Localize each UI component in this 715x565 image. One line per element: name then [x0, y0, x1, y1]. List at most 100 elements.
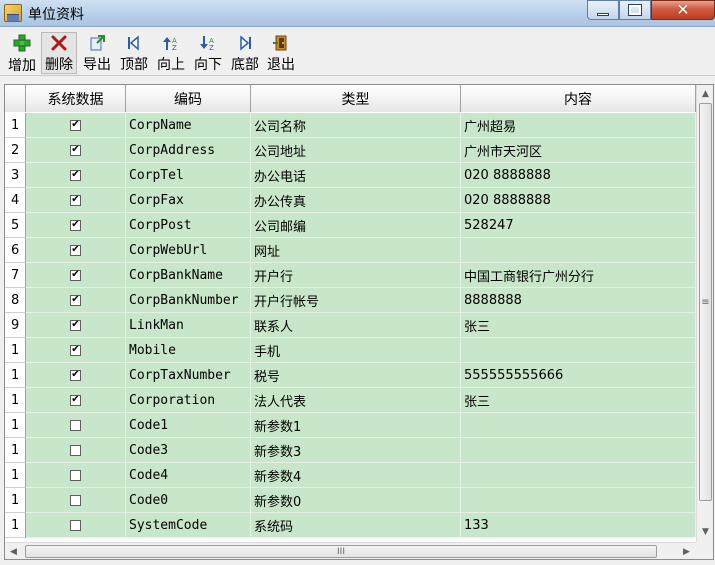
row-number-cell[interactable]: 9 — [5, 313, 26, 338]
table-row[interactable]: 1 Code4 新参数4 — [5, 463, 696, 488]
column-header-system[interactable]: 系统数据 — [26, 85, 126, 112]
export-button[interactable]: 导出 — [80, 32, 114, 74]
vertical-scroll-thumb[interactable]: ≡ — [699, 103, 712, 501]
system-data-cell[interactable]: ✔ — [26, 213, 126, 238]
system-data-checkbox[interactable]: ✔ — [70, 294, 81, 306]
system-data-cell[interactable]: ✔ — [26, 338, 126, 363]
system-data-checkbox[interactable]: ✔ — [70, 319, 81, 331]
type-cell[interactable]: 办公传真 — [251, 188, 461, 213]
system-data-checkbox[interactable]: ✔ — [70, 269, 81, 281]
add-button[interactable]: 增加 — [5, 32, 39, 74]
code-cell[interactable]: LinkMan — [126, 313, 251, 338]
window-title-bar[interactable]: 单位资料 ✕ — [0, 0, 715, 27]
close-button[interactable]: ✕ — [651, 0, 715, 20]
table-row[interactable]: 4 ✔ CorpFax 办公传真 020 8888888 — [5, 188, 696, 213]
table-row[interactable]: 7 ✔ CorpBankName 开户行 中国工商银行广州分行 — [5, 263, 696, 288]
type-cell[interactable]: 税号 — [251, 363, 461, 388]
system-data-cell[interactable]: ✔ — [26, 263, 126, 288]
type-cell[interactable]: 法人代表 — [251, 388, 461, 413]
scroll-up-arrow-icon[interactable]: ▲ — [697, 85, 713, 102]
move-up-button[interactable]: A Z 向上 — [154, 32, 188, 74]
row-number-cell[interactable]: 6 — [5, 238, 26, 263]
system-data-checkbox[interactable]: ✔ — [70, 244, 81, 256]
table-row[interactable]: 3 ✔ CorpTel 办公电话 020 8888888 — [5, 163, 696, 188]
system-data-cell[interactable]: ✔ — [26, 188, 126, 213]
system-data-cell[interactable] — [26, 413, 126, 438]
code-cell[interactable]: Code1 — [126, 413, 251, 438]
bottom-button[interactable]: 底部 — [228, 32, 262, 74]
system-data-checkbox[interactable] — [70, 444, 81, 456]
type-cell[interactable]: 新参数0 — [251, 488, 461, 513]
content-cell[interactable] — [461, 463, 696, 488]
vertical-scrollbar[interactable]: ▲ ≡ ▼ — [696, 85, 713, 542]
content-cell[interactable]: 8888888 — [461, 288, 696, 313]
system-data-checkbox[interactable]: ✔ — [70, 369, 81, 381]
code-cell[interactable]: CorpPost — [126, 213, 251, 238]
system-data-cell[interactable] — [26, 463, 126, 488]
top-button[interactable]: 顶部 — [117, 32, 151, 74]
row-number-cell[interactable]: 1 — [5, 388, 26, 413]
minimize-button[interactable] — [587, 0, 619, 20]
row-number-cell[interactable]: 1 — [5, 513, 26, 538]
table-row[interactable]: 8 ✔ CorpBankNumber 开户行帐号 8888888 — [5, 288, 696, 313]
system-data-cell[interactable]: ✔ — [26, 113, 126, 138]
code-cell[interactable]: CorpBankNumber — [126, 288, 251, 313]
type-cell[interactable]: 公司邮编 — [251, 213, 461, 238]
table-row[interactable]: 1 ✔ Corporation 法人代表 张三 — [5, 388, 696, 413]
content-cell[interactable]: 020 8888888 — [461, 188, 696, 213]
type-cell[interactable]: 手机 — [251, 338, 461, 363]
table-row[interactable]: 1 ✔ CorpTaxNumber 税号 555555555666 — [5, 363, 696, 388]
system-data-checkbox[interactable] — [70, 494, 81, 506]
column-header-content[interactable]: 内容 — [461, 85, 696, 112]
system-data-checkbox[interactable]: ✔ — [70, 194, 81, 206]
row-number-cell[interactable]: 1 — [5, 488, 26, 513]
code-cell[interactable]: CorpTel — [126, 163, 251, 188]
code-cell[interactable]: CorpTaxNumber — [126, 363, 251, 388]
content-cell[interactable] — [461, 338, 696, 363]
content-cell[interactable]: 张三 — [461, 388, 696, 413]
system-data-cell[interactable] — [26, 513, 126, 538]
row-number-cell[interactable]: 1 — [5, 338, 26, 363]
system-data-cell[interactable]: ✔ — [26, 138, 126, 163]
table-row[interactable]: 1 ✔ CorpName 公司名称 广州超易 — [5, 113, 696, 138]
row-number-cell[interactable]: 1 — [5, 363, 26, 388]
column-header-code[interactable]: 编码 — [126, 85, 251, 112]
type-cell[interactable]: 开户行帐号 — [251, 288, 461, 313]
system-data-checkbox[interactable]: ✔ — [70, 219, 81, 231]
code-cell[interactable]: Code0 — [126, 488, 251, 513]
system-data-cell[interactable] — [26, 488, 126, 513]
type-cell[interactable]: 新参数1 — [251, 413, 461, 438]
content-cell[interactable]: 中国工商银行广州分行 — [461, 263, 696, 288]
code-cell[interactable]: Mobile — [126, 338, 251, 363]
table-row[interactable]: 1 ✔ Mobile 手机 — [5, 338, 696, 363]
content-cell[interactable]: 广州市天河区 — [461, 138, 696, 163]
scroll-down-arrow-icon[interactable]: ▼ — [697, 523, 713, 540]
row-number-cell[interactable]: 1 — [5, 438, 26, 463]
exit-button[interactable]: 退出 — [264, 32, 298, 74]
table-row[interactable]: 1 SystemCode 系统码 133 — [5, 513, 696, 538]
table-row[interactable]: 2 ✔ CorpAddress 公司地址 广州市天河区 — [5, 138, 696, 163]
code-cell[interactable]: Code3 — [126, 438, 251, 463]
content-cell[interactable]: 广州超易 — [461, 113, 696, 138]
content-cell[interactable] — [461, 413, 696, 438]
system-data-checkbox[interactable] — [70, 419, 81, 431]
system-data-cell[interactable]: ✔ — [26, 363, 126, 388]
horizontal-scrollbar[interactable]: ◀ III ▶ — [5, 542, 696, 559]
system-data-cell[interactable]: ✔ — [26, 313, 126, 338]
row-number-cell[interactable]: 5 — [5, 213, 26, 238]
content-cell[interactable] — [461, 238, 696, 263]
row-number-cell[interactable]: 8 — [5, 288, 26, 313]
system-data-cell[interactable]: ✔ — [26, 288, 126, 313]
table-row[interactable]: 1 Code0 新参数0 — [5, 488, 696, 513]
system-data-checkbox[interactable] — [70, 469, 81, 481]
type-cell[interactable]: 新参数4 — [251, 463, 461, 488]
row-number-header[interactable] — [5, 85, 26, 112]
content-cell[interactable]: 张三 — [461, 313, 696, 338]
system-data-checkbox[interactable]: ✔ — [70, 144, 81, 156]
scroll-left-arrow-icon[interactable]: ◀ — [5, 543, 22, 559]
content-cell[interactable]: 555555555666 — [461, 363, 696, 388]
code-cell[interactable]: Corporation — [126, 388, 251, 413]
code-cell[interactable]: CorpWebUrl — [126, 238, 251, 263]
type-cell[interactable]: 公司名称 — [251, 113, 461, 138]
delete-button[interactable]: 删除 — [41, 32, 77, 74]
